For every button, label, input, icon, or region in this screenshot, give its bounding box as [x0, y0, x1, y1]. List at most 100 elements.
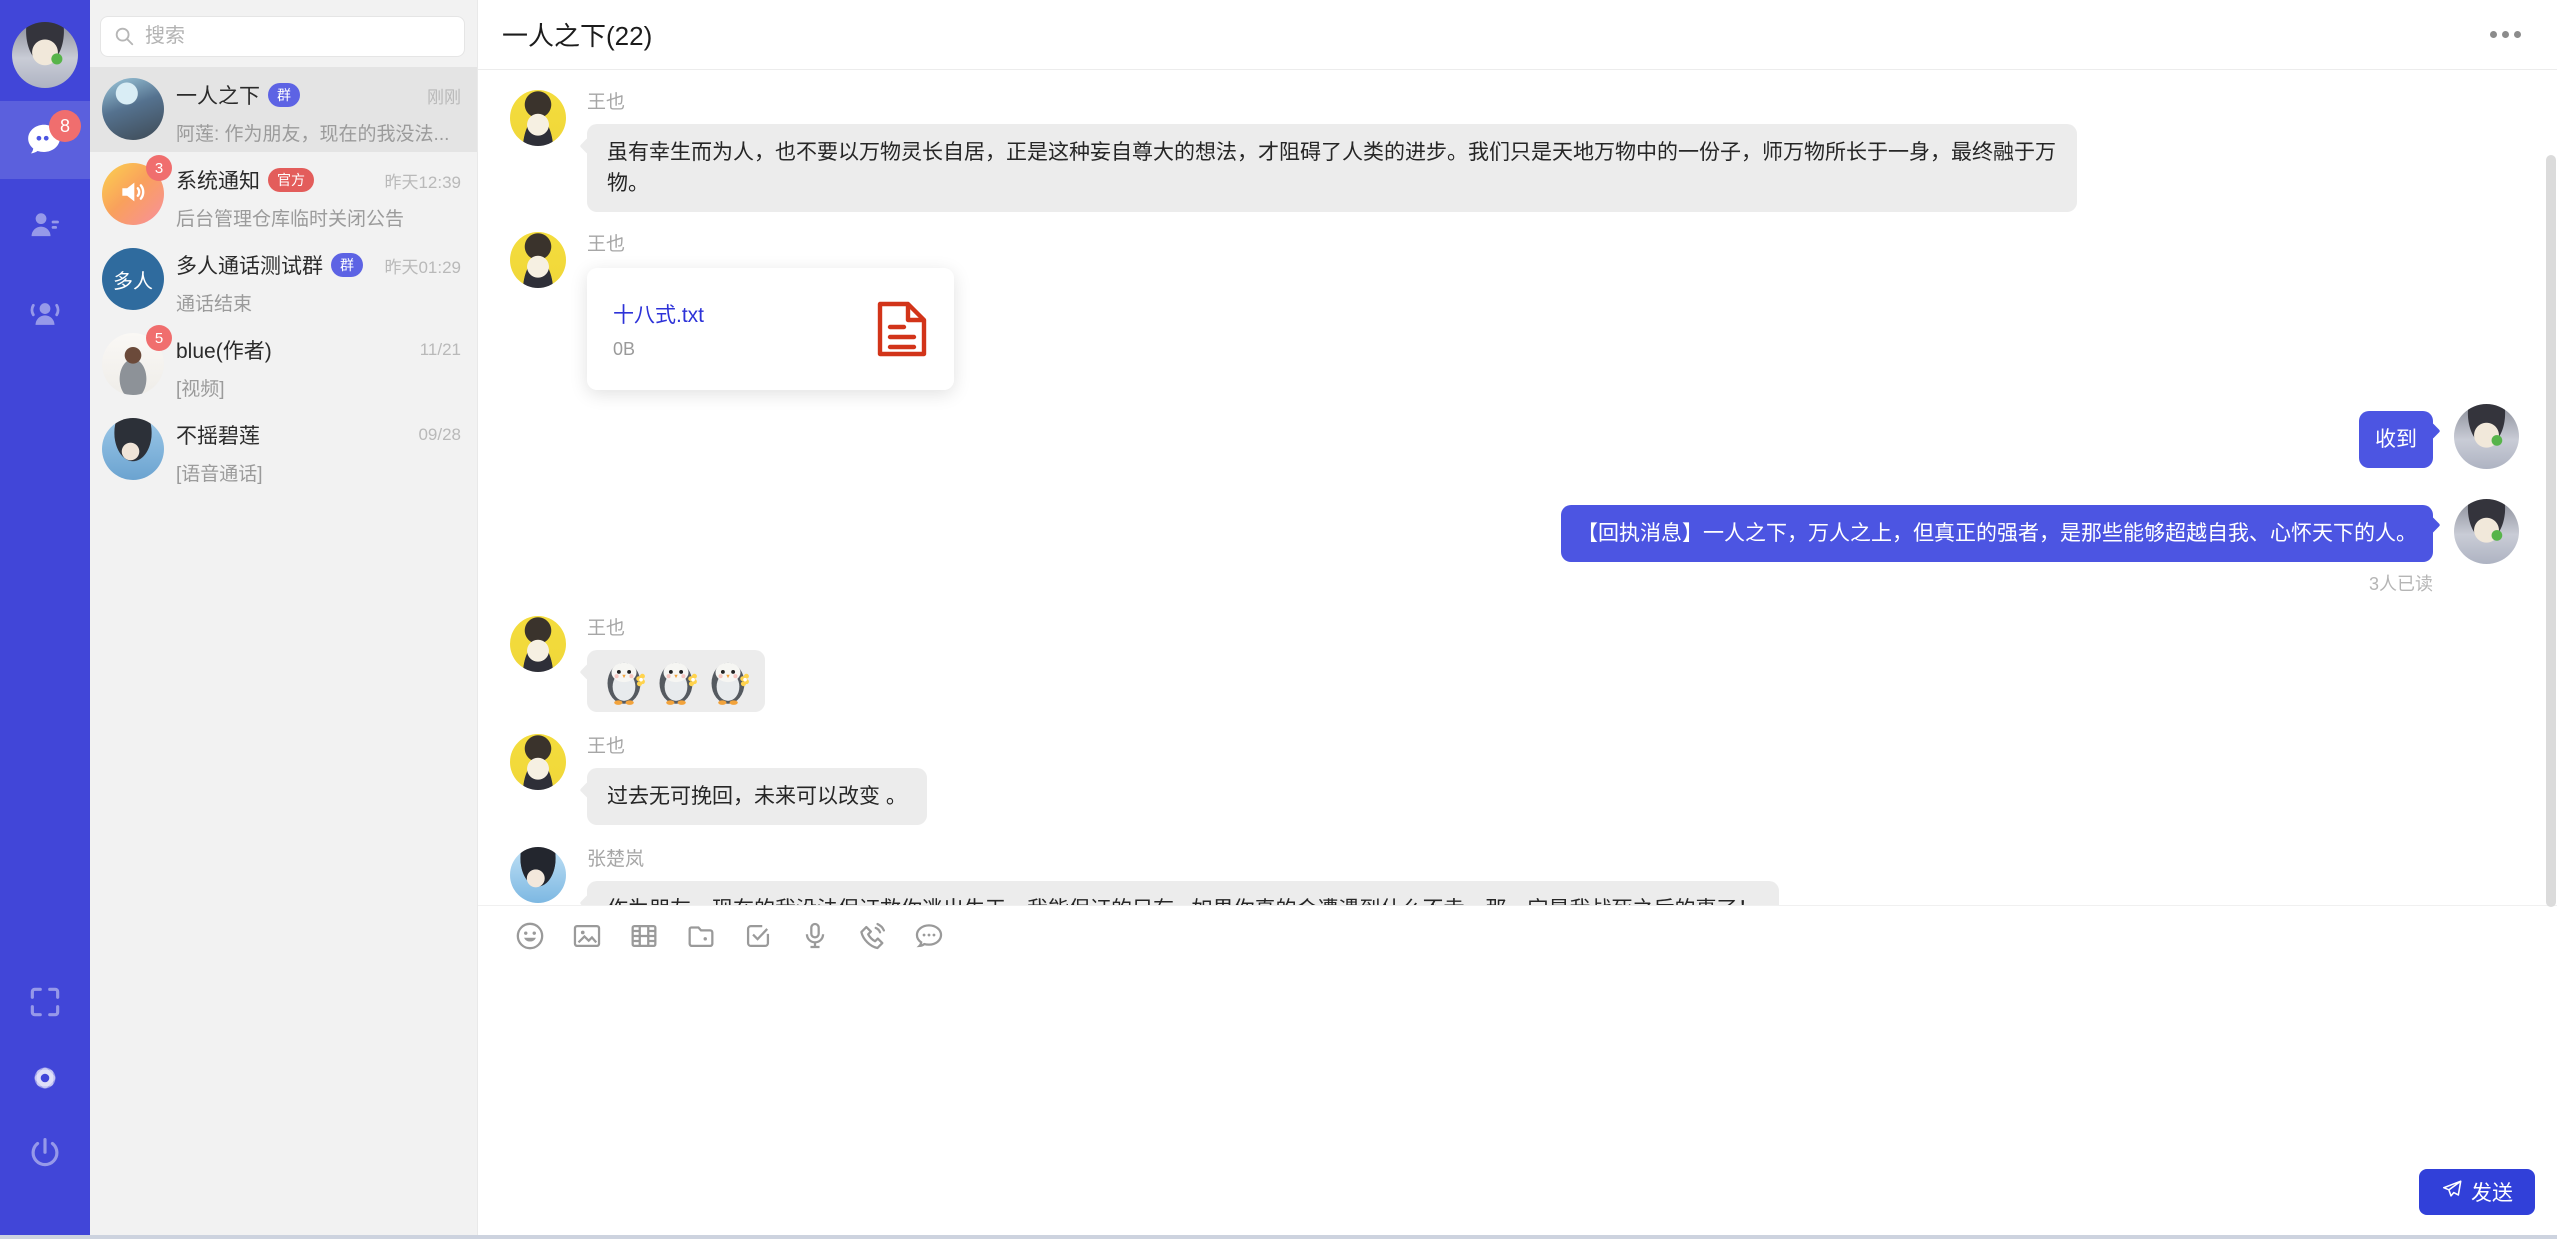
penguin-sticker: [601, 656, 647, 706]
conversation-time: 09/28: [410, 425, 461, 445]
task-check-icon[interactable]: [741, 919, 775, 953]
conversation-preview: 后台管理仓库临时关闭公告: [176, 204, 461, 231]
emoji-icon[interactable]: [513, 919, 547, 953]
sender-name: 王也: [587, 616, 765, 642]
conversation-name: 系统通知: [176, 165, 260, 195]
group-people-icon: [26, 294, 64, 337]
conversation-preview: 通话结束: [176, 289, 461, 316]
conversation-time: 刚刚: [419, 83, 461, 108]
conversation-time: 昨天12:39: [376, 168, 461, 193]
my-avatar[interactable]: [2454, 404, 2519, 469]
chat-app-window: 8: [0, 0, 2557, 1239]
sender-name: 张楚岚: [587, 847, 1779, 873]
fullscreen-icon: [26, 983, 64, 1026]
microphone-icon[interactable]: [798, 919, 832, 953]
conversation-time: 11/21: [412, 340, 461, 360]
conversation-name: 多人通话测试群: [176, 250, 323, 280]
send-label: 发送: [2471, 1177, 2513, 1207]
conversation-item[interactable]: 3 系统通知 官方 昨天12:39 后台管理仓库临时关闭公告: [90, 152, 477, 237]
message-bubble: 作为朋友，现在的我没法保证救你逃出生天，我能保证的只有...如果你真的会遭遇到什…: [587, 881, 1779, 905]
message-row: 王也 过去无可挽回，未来可以改变 。: [510, 734, 2519, 825]
official-badge: 官方: [268, 168, 314, 192]
my-avatar[interactable]: [12, 22, 78, 88]
message-bubble-self: 收到: [2359, 411, 2433, 468]
conversation-item[interactable]: 多人 多人通话测试群 群 昨天01:29 通话结束: [90, 237, 477, 322]
sender-name: 王也: [587, 232, 954, 258]
message-bubble: 过去无可挽回，未来可以改变 。: [587, 768, 927, 825]
chat-header: 一人之下(22): [478, 0, 2557, 70]
conversation-item[interactable]: 5 blue(作者) 11/21 [视频]: [90, 322, 477, 407]
conversation-avatar: [102, 78, 164, 140]
message-row-self: 【回执消息】一人之下，万人之上，但真正的强者，是那些能够超越自我、心怀天下的人。…: [510, 499, 2519, 596]
conversation-item[interactable]: 不摇碧莲 09/28 [语音通话]: [90, 407, 477, 492]
more-menu-button[interactable]: [2484, 25, 2527, 44]
conversation-time: 昨天01:29: [376, 253, 461, 278]
group-badge: 群: [268, 83, 300, 107]
message-row: 王也 十八式.txt 0B: [510, 232, 2519, 390]
power-icon: [26, 1134, 64, 1177]
message-row-self: 收到: [510, 404, 2519, 469]
message-list: 王也 虽有幸生而为人，也不要以万物灵长自居，正是这种妄自尊大的想法，才阻碍了人类…: [478, 70, 2557, 905]
document-icon: [876, 300, 928, 358]
sender-avatar[interactable]: [510, 616, 566, 672]
search-input[interactable]: [100, 16, 465, 57]
sender-name: 王也: [587, 90, 2077, 116]
composer: 发送: [478, 905, 2557, 1239]
conversation-preview: [语音通话]: [176, 459, 461, 486]
sidebar-rail: 8: [0, 0, 90, 1239]
conversation-preview: 阿莲: 作为朋友，现在的我没法...: [176, 119, 461, 146]
speaker-icon: [117, 176, 149, 213]
scrollbar-thumb[interactable]: [2546, 155, 2556, 907]
penguin-sticker: [705, 656, 751, 706]
sidebar-item-contacts[interactable]: [0, 199, 90, 255]
paper-plane-icon: [2441, 1178, 2463, 1206]
file-size: 0B: [613, 339, 876, 360]
sender-avatar[interactable]: [510, 847, 566, 903]
film-icon[interactable]: [627, 919, 661, 953]
composer-toolbar: [513, 919, 2557, 953]
penguin-sticker: [653, 656, 699, 706]
folder-icon[interactable]: [684, 919, 718, 953]
sender-avatar[interactable]: [510, 90, 566, 146]
search-box: [100, 16, 465, 57]
my-avatar[interactable]: [2454, 499, 2519, 564]
chat-main: 一人之下(22) 王也 虽有幸生而为人，也不要以万物灵长自居，正是这种妄自尊大的…: [478, 0, 2557, 1239]
sticker-message-bubble: [587, 650, 765, 712]
search-icon: [113, 25, 135, 47]
call-icon[interactable]: [855, 919, 889, 953]
window-bottom-edge: [0, 1235, 2557, 1239]
group-badge: 群: [331, 253, 363, 277]
sidebar-item-fullscreen[interactable]: [0, 976, 90, 1032]
contacts-icon: [26, 206, 64, 249]
message-row: 王也: [510, 616, 2519, 712]
sender-avatar[interactable]: [510, 232, 566, 288]
file-name-link[interactable]: 十八式.txt: [613, 299, 876, 329]
more-bubble-icon[interactable]: [912, 919, 946, 953]
conversation-avatar: 多人: [102, 248, 164, 310]
sidebar-item-groups[interactable]: [0, 287, 90, 343]
conversation-item[interactable]: 一人之下 群 刚刚 阿莲: 作为朋友，现在的我没法...: [90, 67, 477, 152]
sidebar-item-chats[interactable]: 8: [0, 112, 90, 168]
conversation-name: 不摇碧莲: [176, 420, 260, 450]
sidebar-item-logout[interactable]: [0, 1127, 90, 1183]
message-input[interactable]: [513, 968, 2387, 1154]
message-row: 王也 虽有幸生而为人，也不要以万物灵长自居，正是这种妄自尊大的想法，才阻碍了人类…: [510, 90, 2519, 212]
chat-bubble-icon: [25, 145, 63, 162]
unread-count-badge: 5: [146, 325, 172, 351]
unread-total-badge: 8: [49, 110, 81, 142]
message-bubble: 虽有幸生而为人，也不要以万物灵长自居，正是这种妄自尊大的想法，才阻碍了人类的进步…: [587, 124, 2077, 212]
conversation-avatar: [102, 418, 164, 480]
sender-avatar[interactable]: [510, 734, 566, 790]
message-bubble-self: 【回执消息】一人之下，万人之上，但真正的强者，是那些能够超越自我、心怀天下的人。: [1561, 505, 2433, 562]
conversation-list-panel: 一人之下 群 刚刚 阿莲: 作为朋友，现在的我没法... 3 系统通知: [90, 0, 478, 1239]
image-icon[interactable]: [570, 919, 604, 953]
gear-icon: [26, 1059, 64, 1102]
unread-count-badge: 3: [146, 155, 172, 181]
conversation-preview: [视频]: [176, 374, 461, 401]
read-receipt: 3人已读: [2369, 570, 2433, 596]
send-button[interactable]: 发送: [2419, 1169, 2535, 1215]
chat-title: 一人之下(22): [502, 16, 652, 53]
message-row: 张楚岚 作为朋友，现在的我没法保证救你逃出生天，我能保证的只有...如果你真的会…: [510, 847, 2519, 905]
sidebar-item-settings[interactable]: [0, 1052, 90, 1108]
file-attachment-card[interactable]: 十八式.txt 0B: [587, 268, 954, 390]
